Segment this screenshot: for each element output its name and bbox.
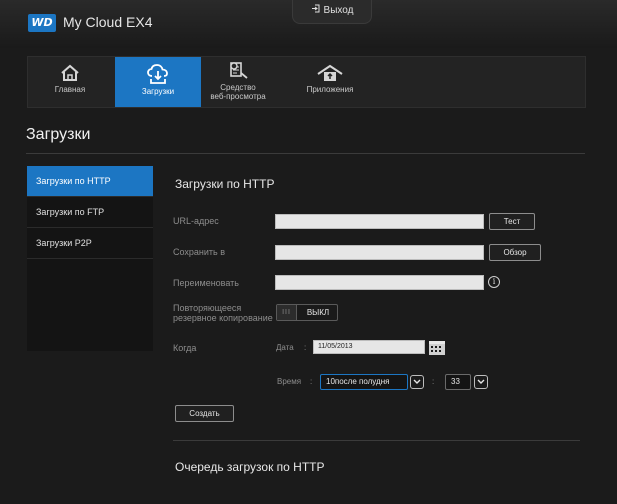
when-label: Когда: [173, 343, 197, 353]
create-button[interactable]: Создать: [175, 405, 234, 422]
section-divider: [173, 440, 580, 441]
nav-apps[interactable]: Приложения: [293, 57, 367, 107]
web-viewer-icon: [230, 62, 248, 79]
url-input[interactable]: [275, 214, 484, 229]
section-title: Загрузки по HTTP: [175, 177, 275, 191]
time-label: Время: [277, 377, 302, 386]
logout-icon: [311, 0, 320, 22]
nav-downloads-label: Загрузки: [141, 87, 175, 96]
minute-select[interactable]: 33: [445, 374, 471, 390]
download-cloud-icon: [147, 64, 168, 84]
nav-apps-label: Приложения: [306, 85, 354, 94]
queue-title: Очередь загрузок по HTTP: [175, 460, 325, 474]
minute-separator: :: [432, 377, 435, 386]
wd-logo: WD: [28, 14, 56, 32]
nav-web-viewer-label-1: Средство: [220, 83, 256, 92]
nav-home-label: Главная: [54, 85, 86, 94]
toggle-state: ВЫКЛ: [306, 308, 330, 317]
home-icon: [61, 64, 79, 81]
sidebar-item-http[interactable]: Загрузки по HTTP: [27, 166, 153, 197]
logout-button[interactable]: Выход: [292, 0, 372, 24]
backup-toggle[interactable]: III ВЫКЛ: [276, 304, 338, 321]
main-nav: Главная Загрузки Средство веб-просмотра …: [27, 56, 586, 108]
nav-web-viewer-label-2: веб-просмотра: [210, 92, 266, 101]
toggle-grip: III: [277, 305, 297, 320]
date-separator: :: [304, 343, 307, 352]
calendar-icon[interactable]: [428, 338, 446, 356]
rename-label: Переименовать: [173, 278, 239, 288]
page-title: Загрузки: [26, 126, 91, 143]
logout-label: Выход: [323, 5, 354, 16]
browse-button[interactable]: Обзор: [489, 244, 541, 261]
save-to-input[interactable]: [275, 245, 484, 260]
nav-web-viewer[interactable]: Средство веб-просмотра: [201, 57, 275, 107]
backup-label-line2: резервное копирование: [173, 313, 273, 323]
test-button[interactable]: Тест: [489, 213, 535, 230]
chevron-down-icon[interactable]: [410, 375, 424, 389]
chevron-down-icon[interactable]: [474, 375, 488, 389]
date-input[interactable]: 11/05/2013: [313, 340, 425, 354]
downloads-sidebar: Загрузки по HTTP Загрузки по FTP Загрузк…: [27, 166, 153, 351]
save-to-label: Сохранить в: [173, 247, 226, 257]
sidebar-item-ftp[interactable]: Загрузки по FTP: [27, 197, 153, 228]
url-label: URL-адрес: [173, 216, 219, 226]
nav-home[interactable]: Главная: [36, 57, 104, 107]
app-title: My Cloud EX4: [63, 14, 153, 30]
rename-input[interactable]: [275, 275, 484, 290]
sidebar-item-p2p[interactable]: Загрузки P2P: [27, 228, 153, 259]
time-separator: :: [310, 377, 313, 386]
apps-icon: [317, 64, 343, 81]
nav-downloads[interactable]: Загрузки: [115, 57, 201, 107]
date-label: Дата: [276, 343, 294, 352]
top-header: WD My Cloud EX4 Выход: [0, 0, 617, 48]
hour-select[interactable]: 10после полудня: [320, 374, 408, 390]
info-icon[interactable]: i: [488, 276, 500, 288]
title-divider: [26, 153, 585, 154]
